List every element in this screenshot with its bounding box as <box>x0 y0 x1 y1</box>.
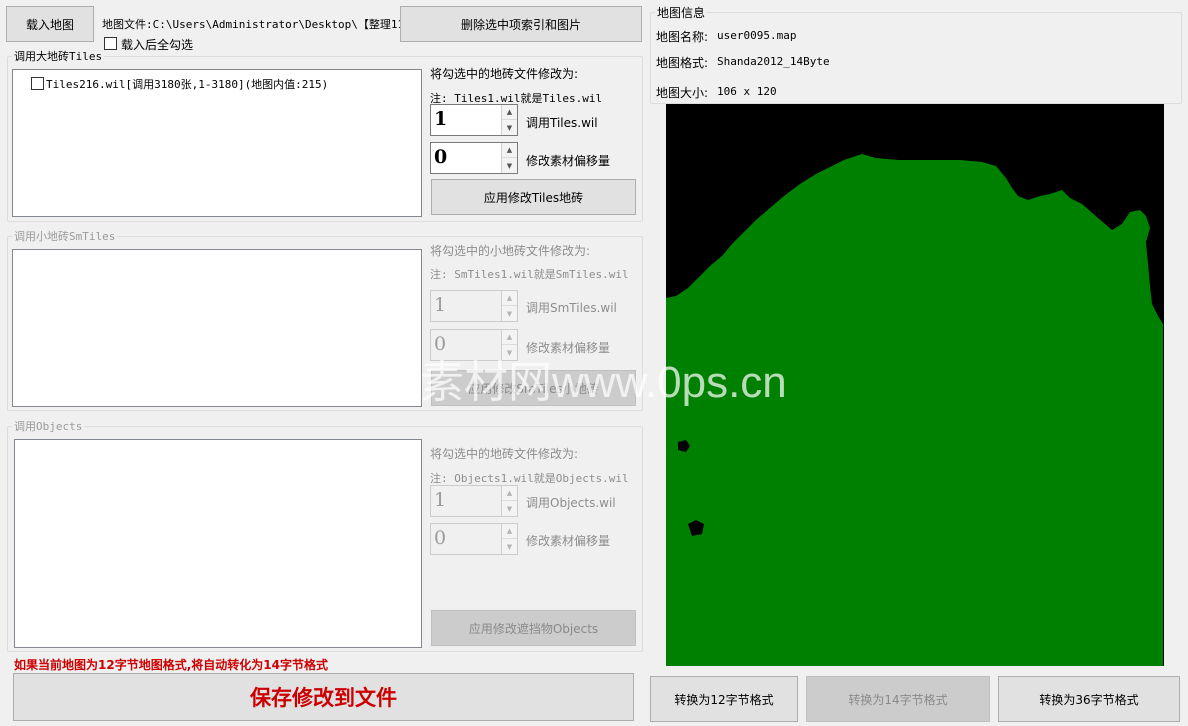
objects-offset-stepper[interactable]: 0 ▲ ▼ <box>430 523 518 555</box>
smtiles-index-label: 调用SmTiles.wil <box>526 301 617 315</box>
spin-up-icon[interactable]: ▲ <box>502 486 517 501</box>
tiles-list[interactable]: Tiles216.wil[调用3180张,1-3180](地图内值:215) <box>12 69 422 217</box>
spin-down-icon[interactable]: ▼ <box>502 539 517 554</box>
load-map-button[interactable]: 载入地图 <box>6 6 94 42</box>
smtiles-group-title: 调用小地砖SmTiles <box>12 228 118 244</box>
delete-selected-button[interactable]: 删除选中项索引和图片 <box>400 6 642 42</box>
map-name-value: user0095.map <box>717 29 797 42</box>
format-warning: 如果当前地图为12字节地图格式,将自动转化为14字节格式 <box>14 658 328 672</box>
convert-14-byte-button[interactable]: 转换为14字节格式 <box>806 676 990 722</box>
spin-up-icon[interactable]: ▲ <box>502 330 517 345</box>
smtiles-list[interactable] <box>12 249 422 407</box>
tiles-offset-value: 0 <box>434 146 448 168</box>
map-file-path: 地图文件:C:\Users\Administrator\Desktop\【整理1… <box>102 18 400 31</box>
objects-modify-to-label: 将勾选中的地砖文件修改为: <box>430 447 579 461</box>
map-name-label: 地图名称: <box>656 30 709 44</box>
objects-index-label: 调用Objects.wil <box>526 496 616 510</box>
smtiles-index-stepper[interactable]: 1 ▲ ▼ <box>430 290 518 322</box>
tiles-offset-stepper[interactable]: 0 ▲ ▼ <box>430 142 518 174</box>
smtiles-modify-to-label: 将勾选中的小地砖文件修改为: <box>430 244 591 258</box>
select-all-after-load-checkbox[interactable] <box>104 37 117 50</box>
spin-up-icon[interactable]: ▲ <box>502 291 517 306</box>
tiles-group-title: 调用大地砖Tiles <box>12 48 105 64</box>
spin-down-icon[interactable]: ▼ <box>502 120 517 135</box>
map-format-value: Shanda2012_14Byte <box>717 55 830 68</box>
tiles-index-label: 调用Tiles.wil <box>526 116 598 130</box>
map-size-label: 地图大小: <box>656 86 709 100</box>
spin-down-icon[interactable]: ▼ <box>502 306 517 321</box>
objects-group-title: 调用Objects <box>12 418 85 434</box>
objects-offset-label: 修改素材偏移量 <box>526 534 611 548</box>
watermark: 素材网www.0ps.cn <box>420 358 787 407</box>
map-size-value: 106 x 120 <box>717 85 777 98</box>
convert-36-byte-button[interactable]: 转换为36字节格式 <box>998 676 1180 722</box>
tiles-item-label: Tiles216.wil[调用3180张,1-3180](地图内值:215) <box>46 78 329 91</box>
map-info-title: 地图信息 <box>655 4 708 21</box>
spin-up-icon[interactable]: ▲ <box>502 143 517 158</box>
smtiles-note: 注: SmTiles1.wil就是SmTiles.wil <box>430 268 629 281</box>
convert-12-byte-button[interactable]: 转换为12字节格式 <box>650 676 798 722</box>
objects-offset-value: 0 <box>434 527 447 549</box>
select-all-after-load-label[interactable]: 载入后全勾选 <box>121 36 193 53</box>
save-to-file-button[interactable]: 保存修改到文件 <box>13 673 634 721</box>
spin-down-icon[interactable]: ▼ <box>502 501 517 516</box>
spin-up-icon[interactable]: ▲ <box>502 524 517 539</box>
apply-tiles-button[interactable]: 应用修改Tiles地砖 <box>431 179 636 215</box>
spin-down-icon[interactable]: ▼ <box>502 158 517 173</box>
apply-objects-button[interactable]: 应用修改遮挡物Objects <box>431 610 636 646</box>
tiles-modify-to-label: 将勾选中的地砖文件修改为: <box>430 67 579 81</box>
map-format-label: 地图格式: <box>656 56 709 70</box>
objects-index-value: 1 <box>434 489 447 511</box>
smtiles-index-value: 1 <box>434 294 447 316</box>
objects-note: 注: Objects1.wil就是Objects.wil <box>430 472 629 485</box>
objects-list[interactable] <box>14 439 422 648</box>
tiles-item-checkbox[interactable] <box>31 77 44 90</box>
spin-up-icon[interactable]: ▲ <box>502 105 517 120</box>
tiles-index-value: 1 <box>434 108 448 130</box>
objects-index-stepper[interactable]: 1 ▲ ▼ <box>430 485 518 517</box>
tiles-index-stepper[interactable]: 1 ▲ ▼ <box>430 104 518 136</box>
tiles-offset-label: 修改素材偏移量 <box>526 154 611 168</box>
